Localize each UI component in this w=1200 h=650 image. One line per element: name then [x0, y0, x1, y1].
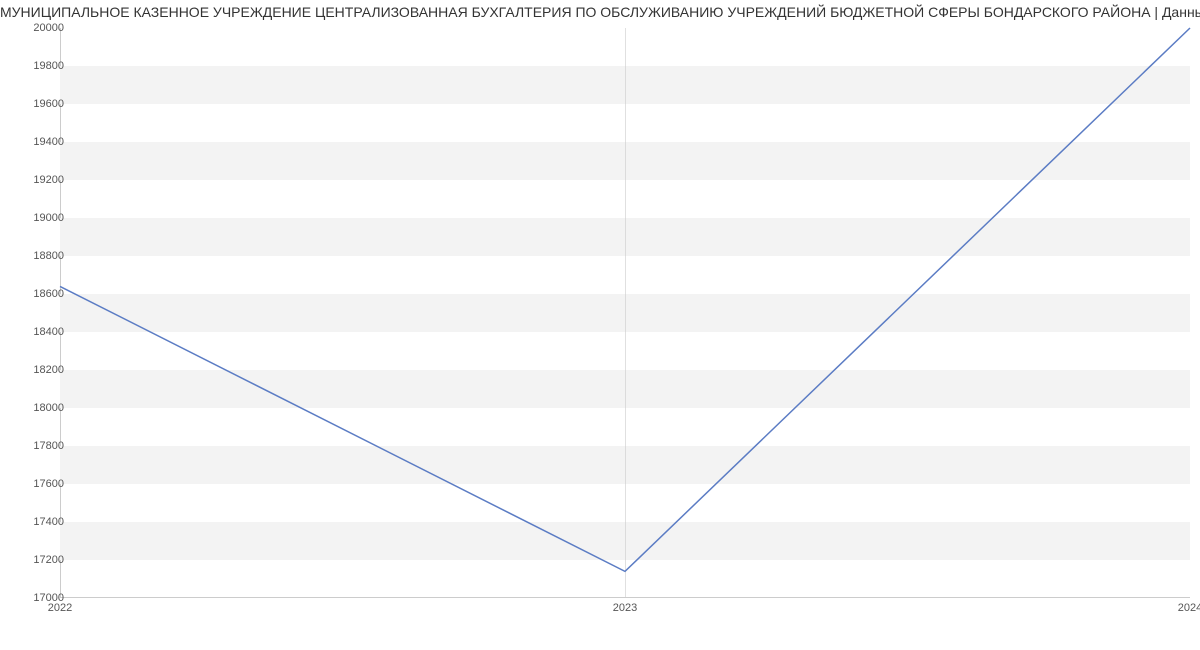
x-axis-line — [60, 597, 1190, 598]
y-tick-label: 19600 — [14, 98, 64, 110]
line-layer — [60, 28, 1190, 598]
y-tick-label: 17800 — [14, 440, 64, 452]
y-tick-label: 18200 — [14, 364, 64, 376]
chart-container: МУНИЦИПАЛЬНОЕ КАЗЕННОЕ УЧРЕЖДЕНИЕ ЦЕНТРА… — [0, 0, 1200, 650]
y-tick-label: 19200 — [14, 174, 64, 186]
data-line — [60, 28, 1190, 571]
x-tick-label: 2023 — [613, 602, 637, 614]
y-tick-label: 19800 — [14, 60, 64, 72]
y-tick-label: 18400 — [14, 326, 64, 338]
y-tick-label: 18000 — [14, 402, 64, 414]
y-tick-label: 20000 — [14, 22, 64, 34]
y-tick-label: 19000 — [14, 212, 64, 224]
y-tick-label: 17200 — [14, 554, 64, 566]
x-tick-label: 2024 — [1178, 602, 1200, 614]
y-tick-label: 18800 — [14, 250, 64, 262]
y-tick-label: 19400 — [14, 136, 64, 148]
y-tick-label: 18600 — [14, 288, 64, 300]
y-tick-label: 17600 — [14, 478, 64, 490]
plot-area — [60, 28, 1190, 598]
y-tick-label: 17400 — [14, 516, 64, 528]
x-tick-label: 2022 — [48, 602, 72, 614]
chart-title: МУНИЦИПАЛЬНОЕ КАЗЕННОЕ УЧРЕЖДЕНИЕ ЦЕНТРА… — [0, 4, 1200, 20]
